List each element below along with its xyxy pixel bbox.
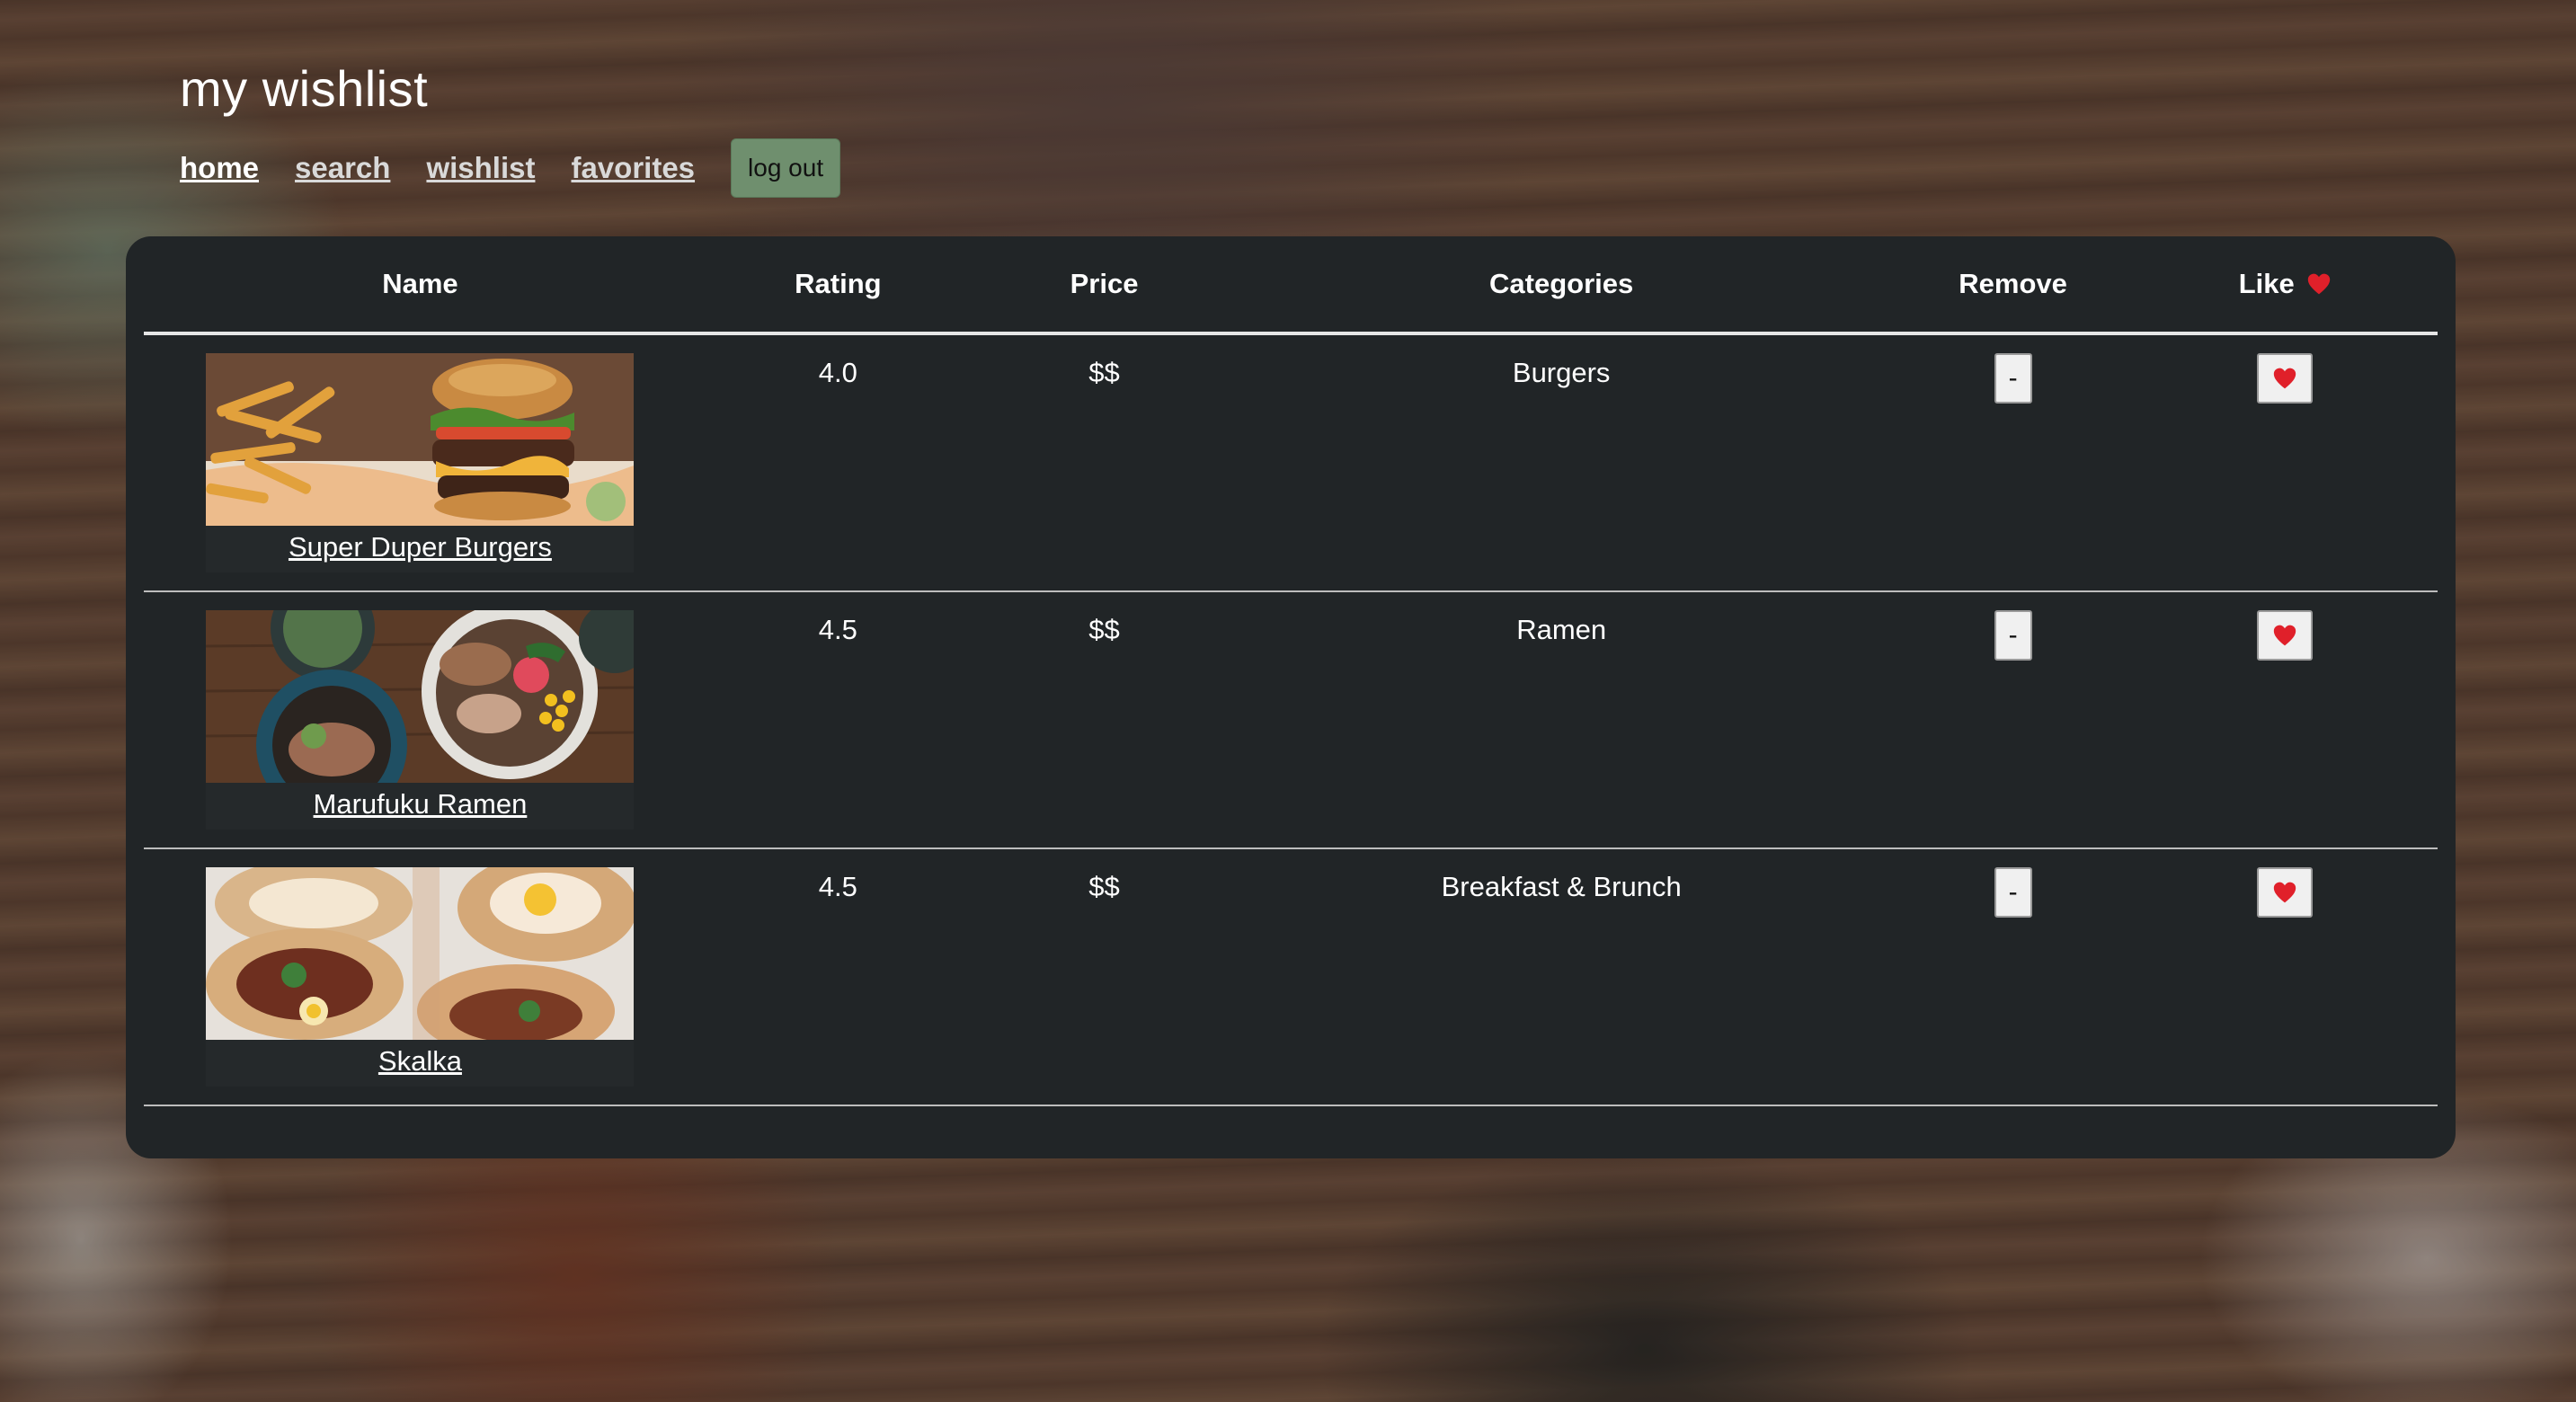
nav-home-link[interactable]: home xyxy=(180,151,259,185)
heart-icon xyxy=(2308,273,2331,295)
heart-icon xyxy=(2273,368,2296,389)
heart-icon xyxy=(2273,625,2296,646)
table-row: Skalka 4.5 $$ Breakfast & Brunch - xyxy=(144,848,2438,1106)
categories-cell: Breakfast & Brunch xyxy=(1229,848,1895,1106)
name-cell: Marufuku Ramen xyxy=(144,591,697,849)
remove-button[interactable]: - xyxy=(1994,867,2032,918)
restaurant-card: Super Duper Burgers xyxy=(206,353,635,572)
categories-value: Ramen xyxy=(1516,614,1607,645)
name-cell: Skalka xyxy=(144,848,697,1106)
page-header: my wishlist xyxy=(180,59,428,118)
wishlist-table: Name Rating Price Categories Remove Like xyxy=(144,236,2438,1106)
khachapuri-bread-boats-photo xyxy=(206,867,635,1040)
restaurant-name-link[interactable]: Marufuku Ramen xyxy=(206,783,634,830)
column-header-name: Name xyxy=(144,236,697,335)
remove-cell: - xyxy=(1894,333,2133,592)
price-cell: $$ xyxy=(979,333,1230,592)
restaurant-card: Marufuku Ramen xyxy=(206,610,635,830)
main-nav: home search wishlist favorites log out xyxy=(180,138,841,198)
like-header-label: Like xyxy=(2238,268,2295,299)
remove-button[interactable]: - xyxy=(1994,353,2032,404)
restaurant-name-link[interactable]: Super Duper Burgers xyxy=(206,526,634,572)
like-cell xyxy=(2132,848,2438,1106)
restaurant-name-link[interactable]: Skalka xyxy=(206,1040,634,1087)
price-value: $$ xyxy=(1088,357,1120,388)
like-button[interactable] xyxy=(2257,867,2314,918)
rating-cell: 4.5 xyxy=(696,591,980,849)
remove-button[interactable]: - xyxy=(1994,610,2032,661)
rating-cell: 4.5 xyxy=(696,848,980,1106)
remove-cell: - xyxy=(1894,848,2133,1106)
nav-wishlist-link[interactable]: wishlist xyxy=(426,151,535,185)
categories-value: Burgers xyxy=(1512,357,1611,388)
column-header-price: Price xyxy=(979,236,1230,335)
price-value: $$ xyxy=(1088,614,1120,645)
column-header-categories: Categories xyxy=(1229,236,1895,335)
heart-icon xyxy=(2273,882,2296,903)
categories-value: Breakfast & Brunch xyxy=(1441,871,1682,902)
column-header-like: Like xyxy=(2132,236,2438,335)
categories-cell: Ramen xyxy=(1229,591,1895,849)
like-button[interactable] xyxy=(2257,353,2314,404)
like-cell xyxy=(2132,333,2438,592)
restaurant-card: Skalka xyxy=(206,867,635,1087)
rating-value: 4.0 xyxy=(818,357,857,388)
nav-favorites-link[interactable]: favorites xyxy=(571,151,695,185)
ramen-bowls-photo xyxy=(206,610,635,783)
rating-value: 4.5 xyxy=(818,871,857,902)
table-row: Marufuku Ramen 4.5 $$ Ramen - xyxy=(144,591,2438,849)
column-header-remove: Remove xyxy=(1894,236,2133,335)
price-cell: $$ xyxy=(979,591,1230,849)
price-cell: $$ xyxy=(979,848,1230,1106)
rating-value: 4.5 xyxy=(818,614,857,645)
column-header-rating: Rating xyxy=(696,236,980,335)
price-value: $$ xyxy=(1088,871,1120,902)
page-title: my wishlist xyxy=(180,60,429,117)
categories-cell: Burgers xyxy=(1229,333,1895,592)
burger-and-fries-photo xyxy=(206,353,635,526)
rating-cell: 4.0 xyxy=(696,333,980,592)
table-header-row: Name Rating Price Categories Remove Like xyxy=(144,236,2438,335)
wishlist-panel: Name Rating Price Categories Remove Like xyxy=(126,236,2456,1158)
name-cell: Super Duper Burgers xyxy=(144,333,697,592)
remove-cell: - xyxy=(1894,591,2133,849)
logout-button[interactable]: log out xyxy=(731,138,841,198)
nav-search-link[interactable]: search xyxy=(295,151,390,185)
like-cell xyxy=(2132,591,2438,849)
like-button[interactable] xyxy=(2257,610,2314,661)
table-row: Super Duper Burgers 4.0 $$ Burgers - xyxy=(144,333,2438,592)
